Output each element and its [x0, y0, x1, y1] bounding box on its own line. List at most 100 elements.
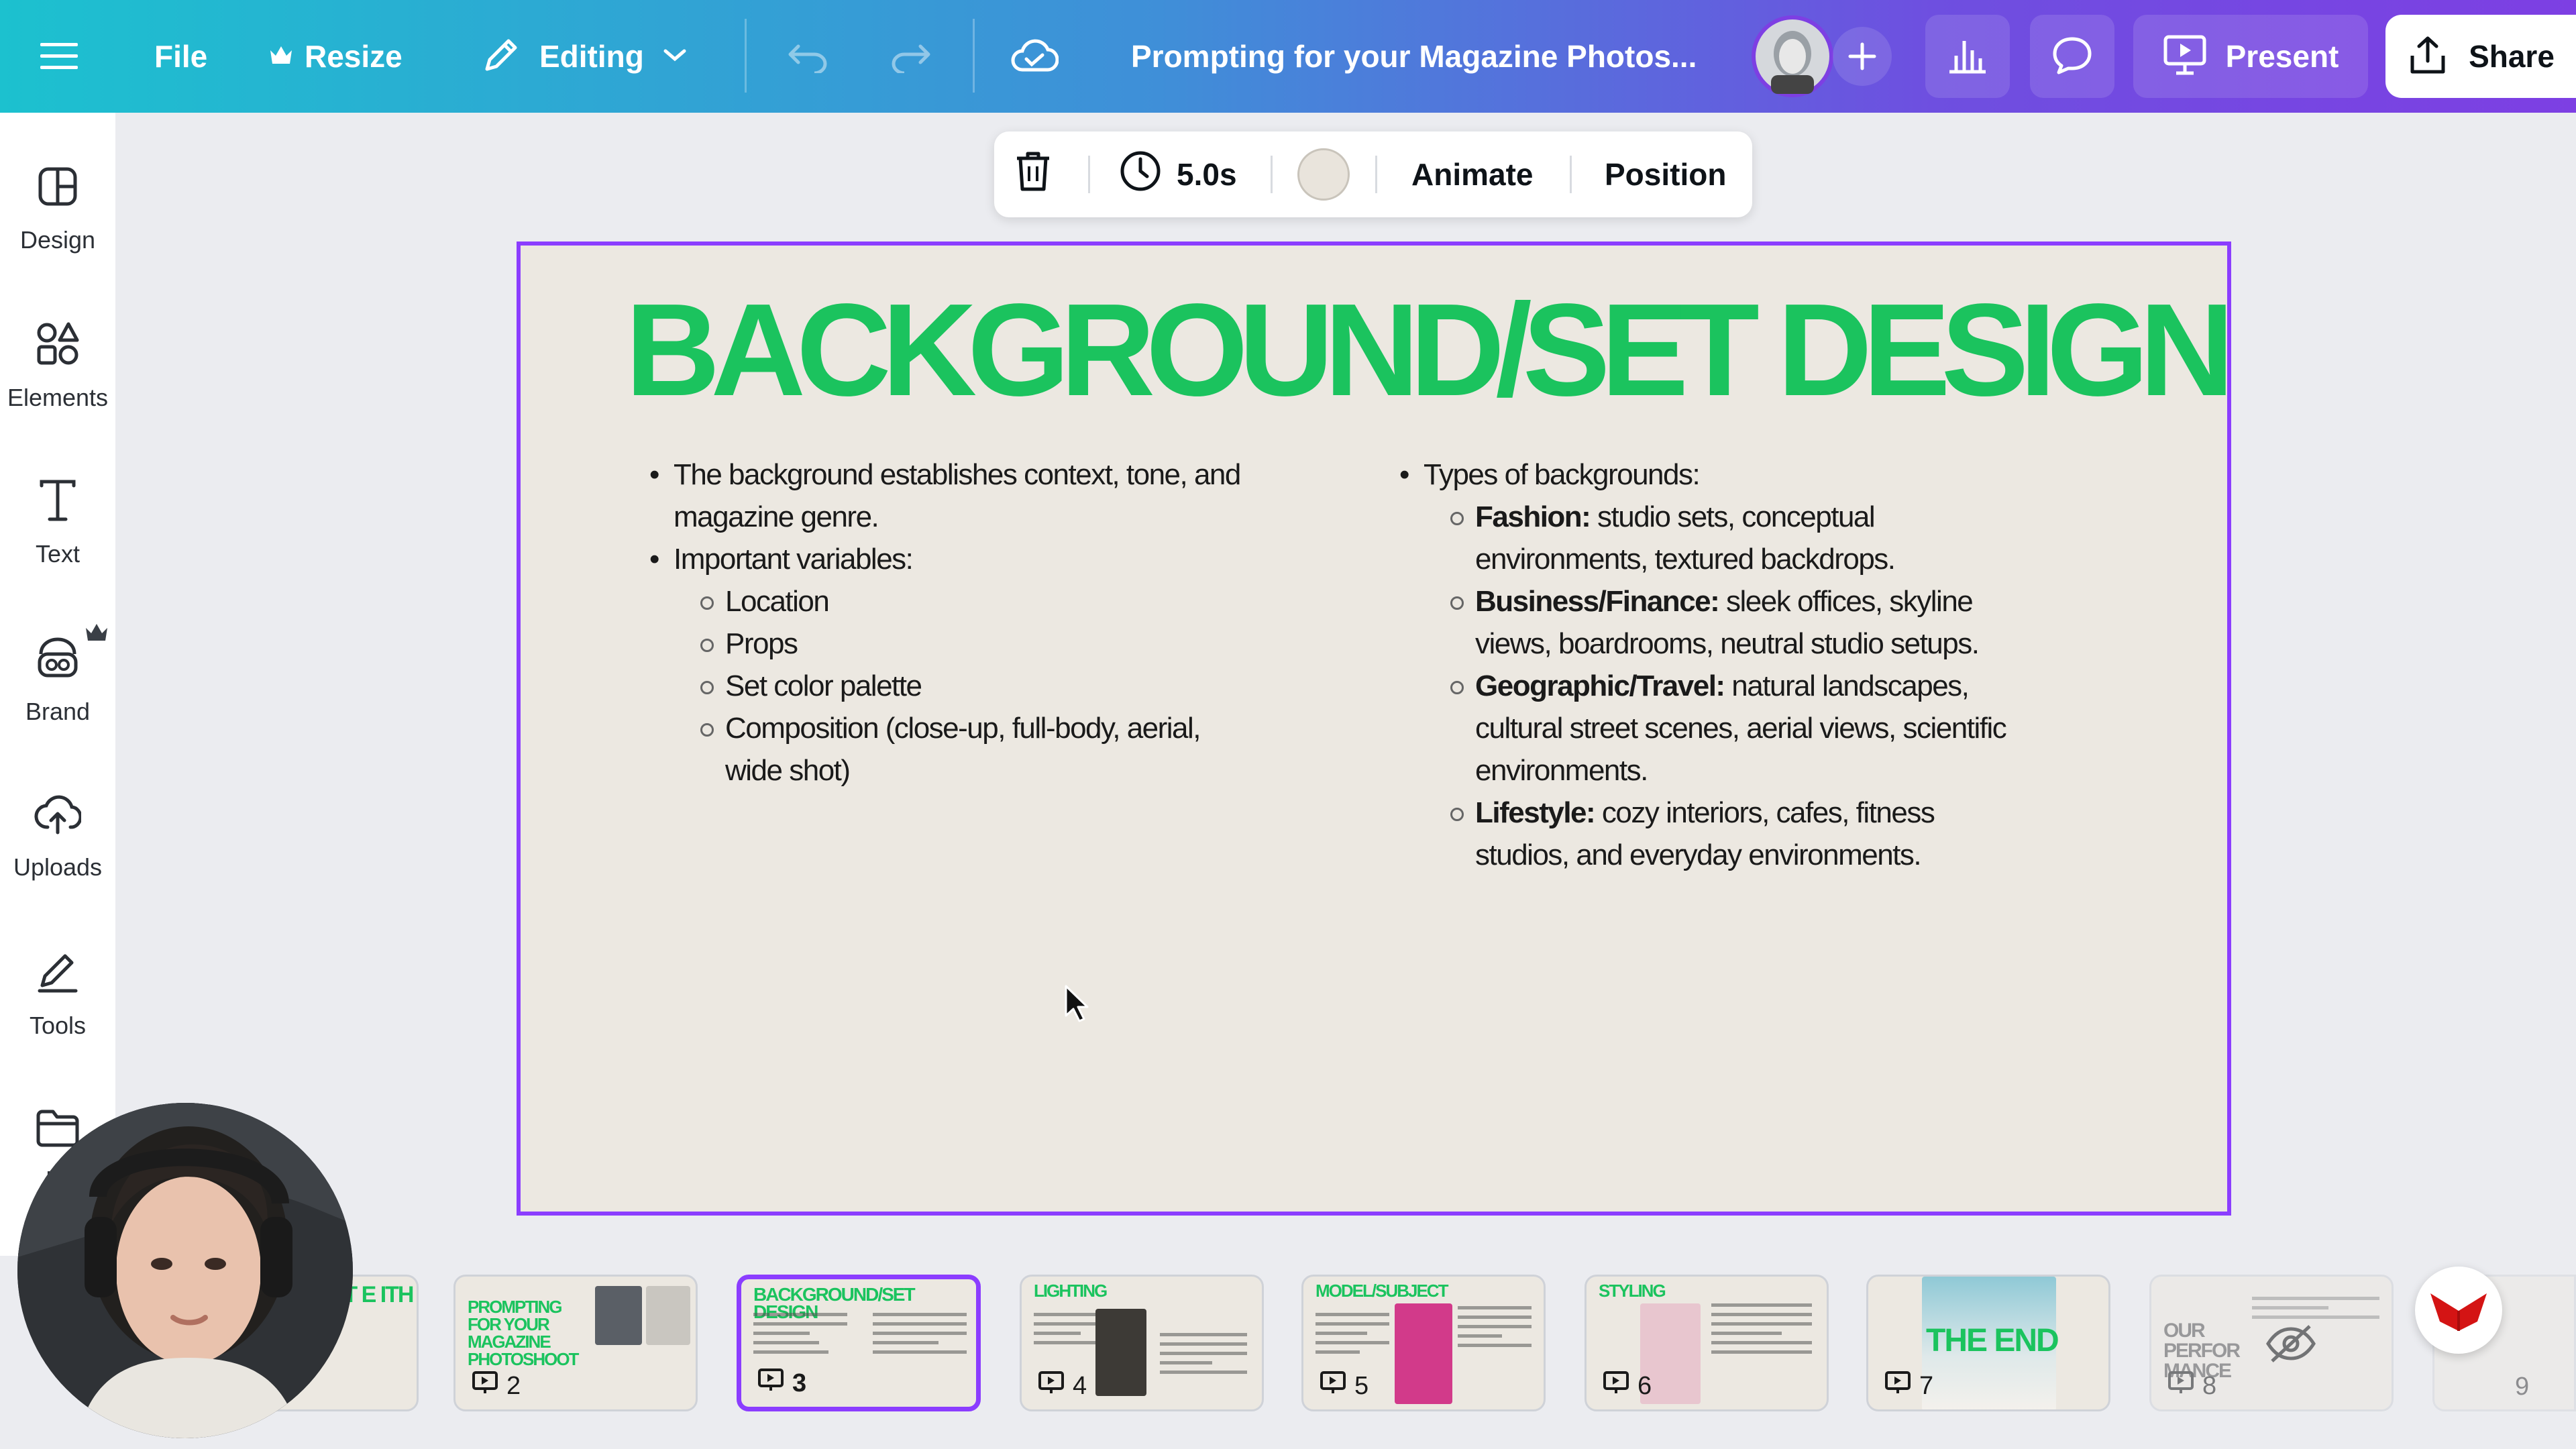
page-thumbnail-8[interactable]: OUR PERFOR MANCE 8	[2149, 1275, 2394, 1411]
toolbar-divider	[1570, 156, 1572, 193]
thumbnail-text-lines	[873, 1313, 967, 1360]
comment-icon	[2051, 35, 2094, 78]
toolbar-divider	[1271, 156, 1273, 193]
slide-icon	[1038, 1371, 1065, 1401]
sidebar-item-design[interactable]: Design	[0, 136, 115, 283]
undo-icon[interactable]	[786, 0, 830, 113]
document-title[interactable]: Prompting for your Magazine Photos...	[1131, 0, 1697, 113]
resize-button[interactable]: Resize	[268, 0, 402, 113]
page-number: 7	[1884, 1371, 1933, 1401]
sidebar-item-elements[interactable]: Elements	[0, 292, 115, 440]
top-toolbar: File Resize Editing Prompting for your M…	[0, 0, 2576, 113]
crown-icon	[85, 623, 109, 646]
slide-icon	[1603, 1371, 1629, 1401]
sub-item-heading: Geographic/Travel:	[1475, 669, 1725, 702]
crown-icon	[268, 44, 294, 70]
page-number-label: 5	[1354, 1371, 1369, 1400]
page-thumbnail-3[interactable]: BACKGROUND/SET DESIGN 3	[737, 1275, 981, 1411]
hamburger-menu-icon[interactable]	[40, 0, 78, 113]
page-number-label: 3	[792, 1368, 807, 1397]
pencil-icon	[480, 34, 522, 79]
redo-icon[interactable]	[888, 0, 932, 113]
sub-item-heading: Lifestyle:	[1475, 796, 1596, 829]
editing-label: Editing	[539, 39, 644, 74]
add-collaborator-button[interactable]	[1831, 0, 1893, 113]
sub-list-item: Composition (close-up, full-body, aerial…	[649, 707, 1253, 792]
sidebar-item-brand[interactable]: Brand	[0, 606, 115, 754]
page-number-label: 4	[1073, 1371, 1087, 1400]
sub-item-heading: Business/Finance:	[1475, 585, 1720, 618]
slide-icon	[757, 1368, 784, 1399]
left-text-column[interactable]: The background establishes context, tone…	[649, 453, 1253, 792]
toolbar-divider	[973, 19, 975, 93]
sidebar-item-text[interactable]: Text	[0, 449, 115, 597]
sub-list-item: Lifestyle: cozy interiors, cafes, fitnes…	[1399, 792, 2030, 876]
slide-title[interactable]: BACKGROUND/SET DESIGN	[625, 284, 2235, 416]
bar-chart-icon	[1947, 36, 1988, 78]
uploads-icon	[34, 794, 83, 839]
page-thumbnail-2[interactable]: PROMPTING FOR YOUR MAGAZINE PHOTOSHOOT 2	[453, 1275, 698, 1411]
editing-mode-dropdown[interactable]: Editing	[480, 0, 688, 113]
thumbnail-title: MODEL/SUBJECT	[1316, 1281, 1448, 1301]
insights-button[interactable]	[1925, 15, 2010, 98]
thumbnail-title: THE END	[1926, 1323, 2059, 1358]
thumbnail-text-lines	[1160, 1333, 1247, 1380]
share-button[interactable]: Share	[2385, 15, 2576, 98]
hidden-eye-icon	[2265, 1324, 2316, 1367]
slide-icon	[1884, 1371, 1911, 1401]
sidebar-item-tools[interactable]: Tools	[0, 920, 115, 1068]
thumbnail-image	[1095, 1309, 1146, 1396]
share-label: Share	[2469, 39, 2555, 74]
sidebar-item-uploads[interactable]: Uploads	[0, 763, 115, 911]
sidebar-item-label: Elements	[7, 383, 109, 411]
page-thumbnail-5[interactable]: MODEL/SUBJECT 5	[1301, 1275, 1546, 1411]
slide-icon	[1320, 1371, 1346, 1401]
sidebar-item-label: Tools	[29, 1011, 87, 1039]
toolbar-divider	[1088, 156, 1090, 193]
toolbar-divider	[745, 19, 747, 93]
sub-list-item: Fashion: studio sets, conceptual environ…	[1399, 496, 2030, 580]
position-button[interactable]: Position	[1605, 131, 1726, 217]
sub-list-item: Business/Finance: sleek offices, skyline…	[1399, 580, 2030, 665]
list-item: The background establishes context, tone…	[649, 453, 1253, 538]
page-number: 2	[472, 1371, 521, 1401]
page-thumbnail-7[interactable]: THE END 7	[1866, 1275, 2110, 1411]
thumbnail-text-lines	[1458, 1306, 1532, 1353]
right-text-column[interactable]: Types of backgrounds: Fashion: studio se…	[1399, 453, 2030, 876]
page-thumbnail-6[interactable]: STYLING 6	[1585, 1275, 1829, 1411]
page-number: 5	[1320, 1371, 1368, 1401]
duration-value: 5.0s	[1177, 157, 1237, 192]
presenter-webcam-overlay	[17, 1103, 353, 1438]
chevron-down-icon	[661, 47, 688, 66]
list-item: Types of backgrounds:	[1399, 453, 2030, 496]
sidebar-item-label: Text	[35, 539, 80, 568]
background-color-swatch[interactable]	[1297, 131, 1350, 217]
present-button[interactable]: Present	[2133, 15, 2368, 98]
page-number: 3	[757, 1368, 806, 1399]
duration-button[interactable]: 5.0s	[1119, 131, 1237, 217]
elements-icon	[36, 321, 80, 369]
share-upload-icon	[2407, 34, 2449, 79]
file-menu[interactable]: File	[154, 0, 207, 113]
sub-list-item: Geographic/Travel: natural landscapes, c…	[1399, 665, 2030, 792]
thumbnail-image	[595, 1286, 642, 1345]
page-number: 6	[1603, 1371, 1652, 1401]
animate-button[interactable]: Animate	[1411, 131, 1533, 217]
page-number-label: 9	[2515, 1373, 2530, 1401]
cloud-saved-icon[interactable]	[1010, 0, 1059, 113]
mouse-cursor-icon	[1063, 983, 1090, 1027]
page-thumbnail-4[interactable]: LIGHTING 4	[1020, 1275, 1264, 1411]
delete-button[interactable]	[1014, 131, 1052, 217]
comments-button[interactable]	[2030, 15, 2114, 98]
slide-canvas[interactable]: BACKGROUND/SET DESIGN The background est…	[517, 241, 2235, 1216]
present-label: Present	[2225, 39, 2339, 74]
thumbnail-text-lines	[2252, 1297, 2379, 1325]
user-avatar[interactable]	[1751, 0, 1834, 113]
sub-list-item: Set color palette	[649, 665, 1253, 707]
trash-icon	[1014, 150, 1052, 199]
thumbnail-text-lines	[1034, 1313, 1101, 1350]
slide-icon	[2167, 1371, 2194, 1401]
sidebar-item-label: Uploads	[13, 853, 103, 881]
page-number-label: 6	[1638, 1371, 1652, 1400]
sidebar-item-label: Design	[19, 225, 96, 254]
